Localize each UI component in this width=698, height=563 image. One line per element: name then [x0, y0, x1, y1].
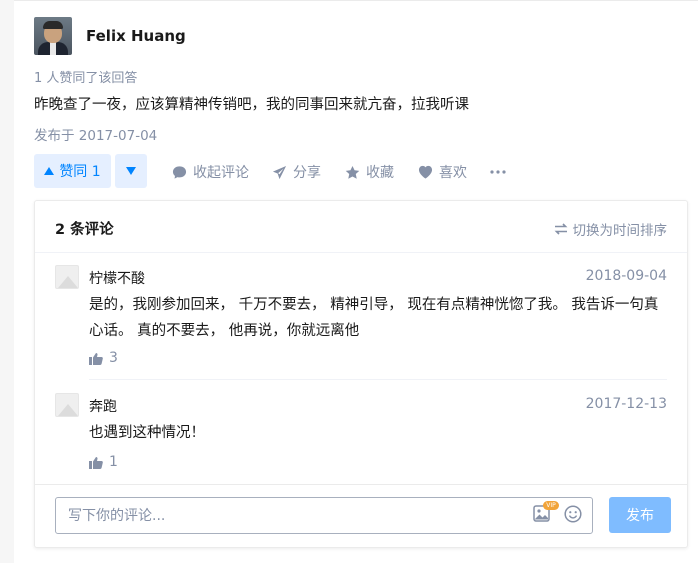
favorite-button[interactable]: 收藏	[345, 162, 394, 182]
like-button[interactable]: 喜欢	[418, 162, 467, 182]
collapse-comments-button[interactable]: 收起评论	[172, 162, 249, 182]
upvote-label: 赞同 1	[59, 164, 101, 180]
switch-sort-label: 切换为时间排序	[572, 223, 668, 239]
more-icon	[490, 170, 506, 174]
divider	[14, 0, 698, 1]
heart-icon	[418, 165, 433, 179]
answer-content: 昨晚查了一夜，应该算精神传销吧，我的同事回来就亢奋，拉我听课	[34, 97, 469, 113]
comment-like-count: 3	[109, 350, 118, 366]
author-avatar[interactable]	[34, 17, 72, 55]
comments-panel: 2 条评论 切换为时间排序 柠檬不酸 2018-09-04 是的，我刚参加回来，…	[34, 200, 688, 548]
upvote-button[interactable]: 赞同 1	[34, 154, 111, 188]
comment-like-count: 1	[109, 454, 118, 470]
comment-text: 是的，我刚参加回来， 千万不要去， 精神引导， 现在有点精神恍惚了我。 我告诉一…	[89, 297, 659, 339]
comments-header: 2 条评论 切换为时间排序	[35, 201, 687, 253]
comment-input[interactable]	[55, 497, 593, 534]
triangle-up-icon	[44, 167, 55, 175]
votes-count-text[interactable]: 1 人赞同了该回答	[34, 67, 137, 86]
submit-comment-button[interactable]: 发布	[609, 497, 671, 533]
comment-avatar[interactable]	[55, 265, 79, 289]
comment-date: 2017-12-13	[585, 396, 667, 412]
comment-item: 柠檬不酸 2018-09-04 是的，我刚参加回来， 千万不要去， 精神引导， …	[55, 265, 667, 373]
switch-sort-button[interactable]: 切换为时间排序	[554, 219, 668, 239]
comment-icon	[172, 165, 187, 179]
favorite-label: 收藏	[366, 165, 394, 181]
thumb-up-icon	[89, 456, 103, 469]
comments-count: 2 条评论	[55, 222, 114, 238]
more-button[interactable]	[490, 162, 506, 182]
comment-like-button[interactable]: 1	[89, 454, 118, 470]
comment-divider	[89, 379, 667, 380]
author-name[interactable]: Felix Huang	[86, 27, 186, 45]
like-label: 喜欢	[439, 165, 467, 181]
comment-date: 2018-09-04	[585, 268, 667, 284]
emoji-icon[interactable]	[564, 505, 582, 523]
comment-author[interactable]: 奔跑	[89, 396, 117, 416]
comment-like-button[interactable]: 3	[89, 350, 118, 366]
switch-icon	[554, 223, 567, 235]
comment-text: 也遇到这种情况！	[89, 425, 205, 441]
thumb-up-icon	[89, 352, 103, 365]
downvote-button[interactable]	[115, 154, 147, 188]
star-icon	[345, 165, 360, 179]
comment-item: 奔跑 2017-12-13 也遇到这种情况！ 1	[55, 393, 667, 473]
comment-avatar[interactable]	[55, 393, 79, 417]
comment-author[interactable]: 柠檬不酸	[89, 268, 145, 288]
share-button[interactable]: 分享	[272, 162, 321, 182]
share-label: 分享	[293, 165, 321, 181]
comment-editor: VIP 发布	[35, 484, 687, 547]
vip-badge: VIP	[543, 501, 559, 510]
triangle-down-icon	[126, 167, 136, 175]
publish-date[interactable]: 发布于 2017-07-04	[34, 124, 157, 144]
collapse-comments-label: 收起评论	[193, 165, 249, 181]
share-icon	[272, 165, 287, 179]
